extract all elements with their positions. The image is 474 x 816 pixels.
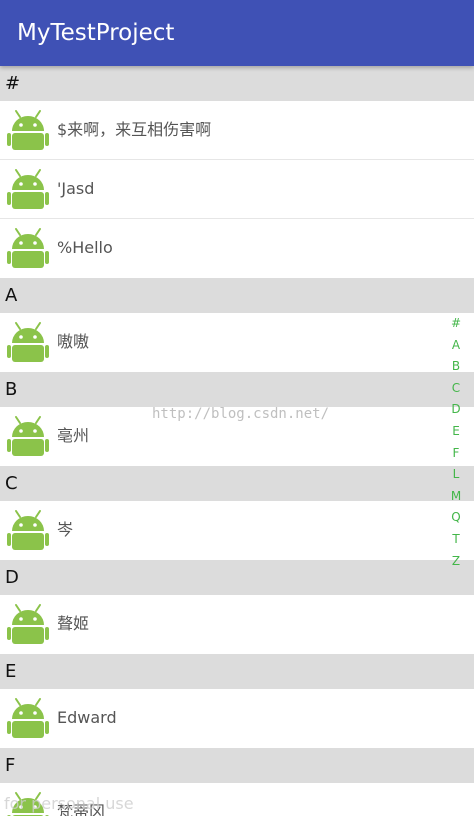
contact-row[interactable]: 嗷嗷 <box>0 313 474 372</box>
alphabet-index-bar[interactable]: # A B C D E F L M Q T Z <box>444 313 468 572</box>
index-letter[interactable]: C <box>452 378 460 400</box>
section-header: # <box>0 66 474 101</box>
index-letter[interactable]: Z <box>452 551 460 573</box>
contact-name: 'Jasd <box>57 179 95 198</box>
contact-name: $来啊，来互相伤害啊 <box>57 120 212 139</box>
section-header: F <box>0 748 474 783</box>
index-letter[interactable]: M <box>451 486 461 508</box>
index-letter[interactable]: B <box>452 356 460 378</box>
android-icon <box>6 168 50 212</box>
index-letter[interactable]: T <box>452 529 459 551</box>
contact-row[interactable]: Edward <box>0 689 474 748</box>
index-letter[interactable]: F <box>453 443 460 465</box>
android-icon <box>6 509 50 553</box>
index-letter[interactable]: Q <box>451 507 460 529</box>
android-icon <box>6 109 50 153</box>
android-icon <box>6 697 50 741</box>
index-letter[interactable]: L <box>453 464 460 486</box>
contact-name: Edward <box>57 708 117 727</box>
contact-name: 亳州 <box>57 426 90 445</box>
footer-watermark: for personal use <box>4 794 134 813</box>
section-header: E <box>0 654 474 689</box>
contact-name: %Hello <box>57 238 113 257</box>
app-title: MyTestProject <box>17 20 175 46</box>
android-icon <box>6 415 50 459</box>
contact-row[interactable]: 'Jasd <box>0 160 474 219</box>
section-header: C <box>0 466 474 501</box>
blog-watermark: http://blog.csdn.net/ <box>152 406 330 422</box>
contact-row[interactable]: 岑 <box>0 501 474 560</box>
contact-name: 岑 <box>57 520 74 539</box>
app-bar: MyTestProject <box>0 0 474 66</box>
contact-row[interactable]: 聱姬 <box>0 595 474 654</box>
index-letter[interactable]: # <box>451 313 461 335</box>
section-header: B <box>0 372 474 407</box>
contact-name: 嗷嗷 <box>57 332 90 351</box>
index-letter[interactable]: A <box>452 335 460 357</box>
section-header: A <box>0 278 474 313</box>
contact-row[interactable]: $来啊，来互相伤害啊 <box>0 101 474 160</box>
contact-list[interactable]: # $来啊，来互相伤害啊 'Jasd %Hello A 嗷嗷 B 亳州 C 岑 D 聱姬 E Edward… <box>0 66 474 816</box>
section-header: D <box>0 560 474 595</box>
contact-name: 聱姬 <box>57 614 90 633</box>
index-letter[interactable]: D <box>451 399 460 421</box>
android-icon <box>6 227 50 271</box>
contact-row[interactable]: %Hello <box>0 219 474 278</box>
android-icon <box>6 321 50 365</box>
android-icon <box>6 603 50 647</box>
index-letter[interactable]: E <box>452 421 460 443</box>
